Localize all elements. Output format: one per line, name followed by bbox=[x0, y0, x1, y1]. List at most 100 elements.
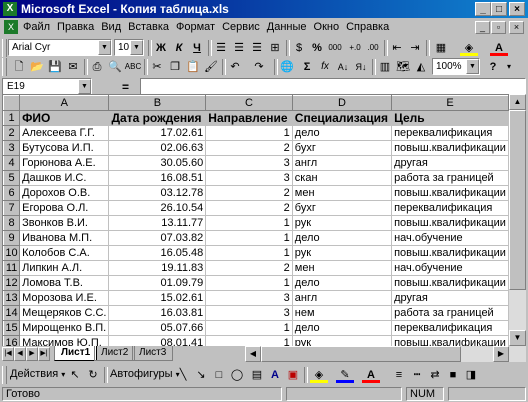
table-cell[interactable]: 07.03.82 bbox=[108, 230, 207, 246]
select-objects-icon[interactable]: ↖ bbox=[66, 367, 84, 383]
map-icon[interactable]: 🗺 bbox=[394, 59, 412, 75]
increase-indent-icon[interactable]: ⇥ bbox=[406, 40, 424, 56]
row-header[interactable]: 6 bbox=[3, 185, 21, 201]
table-cell[interactable]: 1 bbox=[205, 275, 293, 291]
chart-wizard-icon[interactable]: ▥ bbox=[376, 59, 394, 75]
header-cell[interactable]: ФИО bbox=[19, 110, 110, 126]
table-cell[interactable]: рук bbox=[291, 245, 393, 261]
sort-descending-icon[interactable]: Я↓ bbox=[352, 59, 370, 75]
scroll-down-icon[interactable]: ▼ bbox=[509, 330, 526, 346]
line-icon[interactable]: ╲ bbox=[174, 367, 192, 383]
increase-decimal-icon[interactable]: +.0 bbox=[346, 40, 364, 56]
actions-menu[interactable]: Действия ▾ bbox=[10, 368, 65, 380]
chevron-down-icon[interactable]: ▼ bbox=[98, 40, 111, 55]
table-cell[interactable]: повыш.квалификации bbox=[391, 185, 509, 201]
shadow-icon[interactable]: ■ bbox=[444, 367, 462, 383]
table-cell[interactable]: другая bbox=[391, 155, 509, 171]
scroll-left-icon[interactable]: ◀ bbox=[245, 346, 261, 362]
row-header[interactable]: 4 bbox=[3, 155, 21, 171]
row-header[interactable]: 7 bbox=[3, 200, 21, 216]
table-cell[interactable]: 2 bbox=[205, 200, 293, 216]
align-right-icon[interactable]: ☰ bbox=[248, 40, 266, 56]
comma-style-button[interactable]: 000 bbox=[326, 40, 344, 56]
table-cell[interactable]: Горюнова А.Е. bbox=[19, 155, 110, 171]
table-cell[interactable]: Звонков В.И. bbox=[19, 215, 110, 231]
header-cell[interactable]: Цель bbox=[391, 110, 509, 126]
toolbar-grip[interactable] bbox=[2, 58, 7, 76]
workbook-minimize-button[interactable]: _ bbox=[475, 21, 490, 34]
row-header[interactable]: 9 bbox=[3, 230, 21, 246]
formula-input[interactable] bbox=[140, 78, 526, 95]
table-cell[interactable]: 1 bbox=[205, 245, 293, 261]
table-cell[interactable]: 2 bbox=[205, 140, 293, 156]
menu-insert[interactable]: Вставка bbox=[128, 21, 169, 33]
table-cell[interactable]: дело bbox=[291, 230, 393, 246]
table-cell[interactable]: переквалификация bbox=[391, 200, 509, 216]
table-cell[interactable]: дело bbox=[291, 320, 393, 336]
row-header[interactable]: 11 bbox=[3, 260, 21, 276]
table-cell[interactable]: другая bbox=[391, 290, 509, 306]
print-preview-icon[interactable]: 🔍 bbox=[106, 59, 124, 75]
table-cell[interactable]: переквалификация bbox=[391, 125, 509, 141]
percent-button[interactable]: % bbox=[308, 40, 326, 56]
table-cell[interactable]: 30.05.60 bbox=[108, 155, 207, 171]
function-button[interactable]: fx bbox=[316, 59, 334, 75]
table-cell[interactable]: повыш.квалификации bbox=[391, 275, 509, 291]
table-cell[interactable]: 15.02.61 bbox=[108, 290, 207, 306]
table-cell[interactable]: 3 bbox=[205, 170, 293, 186]
table-cell[interactable]: Алексеева Г.Г. bbox=[19, 125, 110, 141]
decrease-decimal-icon[interactable]: .00 bbox=[364, 40, 382, 56]
excel-icon[interactable]: X bbox=[3, 2, 17, 16]
zoom-select[interactable]: 100% ▼ bbox=[432, 58, 480, 75]
table-cell[interactable]: Бутусова И.П. bbox=[19, 140, 110, 156]
print-icon[interactable]: ⎙ bbox=[88, 59, 106, 75]
row-header[interactable]: 1 bbox=[3, 110, 21, 126]
merge-center-icon[interactable]: ⊞ bbox=[266, 40, 284, 56]
font-color-icon[interactable]: A bbox=[362, 367, 380, 383]
row-header[interactable]: 14 bbox=[3, 305, 21, 321]
scroll-thumb[interactable] bbox=[509, 110, 526, 290]
prev-sheet-icon[interactable]: ◀ bbox=[14, 347, 26, 361]
row-header[interactable]: 5 bbox=[3, 170, 21, 186]
minimize-button[interactable]: _ bbox=[475, 2, 491, 16]
line-color-icon[interactable]: ✎ bbox=[336, 367, 354, 383]
table-cell[interactable]: 05.07.66 bbox=[108, 320, 207, 336]
toolbar-grip[interactable] bbox=[2, 39, 7, 57]
decrease-indent-icon[interactable]: ⇤ bbox=[388, 40, 406, 56]
undo-icon[interactable]: ↶ bbox=[226, 59, 244, 75]
row-header[interactable]: 3 bbox=[3, 140, 21, 156]
table-cell[interactable]: мен bbox=[291, 185, 393, 201]
table-cell[interactable]: повыш.квалификации bbox=[391, 245, 509, 261]
format-painter-icon[interactable]: 🖌 bbox=[202, 59, 220, 75]
table-cell[interactable]: 02.06.63 bbox=[108, 140, 207, 156]
line-style-icon[interactable]: ≡ bbox=[390, 367, 408, 383]
free-rotate-icon[interactable]: ↻ bbox=[84, 367, 102, 383]
table-cell[interactable]: 01.09.79 bbox=[108, 275, 207, 291]
table-cell[interactable]: работа за границей bbox=[391, 305, 509, 321]
table-cell[interactable]: Иванова М.П. bbox=[19, 230, 110, 246]
table-cell[interactable]: бухг bbox=[291, 140, 393, 156]
menu-view[interactable]: Вид bbox=[101, 21, 121, 33]
menu-window[interactable]: Окно bbox=[314, 21, 340, 33]
scroll-right-icon[interactable]: ▶ bbox=[493, 346, 509, 362]
table-cell[interactable]: Морозова И.Е. bbox=[19, 290, 110, 306]
close-button[interactable]: × bbox=[509, 2, 525, 16]
italic-button[interactable]: К bbox=[170, 40, 188, 56]
table-cell[interactable]: 1 bbox=[205, 230, 293, 246]
oval-icon[interactable]: ◯ bbox=[228, 367, 246, 383]
table-cell[interactable]: 2 bbox=[205, 185, 293, 201]
table-cell[interactable]: Мирощенко В.П. bbox=[19, 320, 110, 336]
menu-tools[interactable]: Сервис bbox=[222, 21, 260, 33]
table-cell[interactable]: англ bbox=[291, 155, 393, 171]
table-cell[interactable]: повыш.квалификации bbox=[391, 140, 509, 156]
name-box[interactable]: E19 ▼ bbox=[2, 78, 92, 95]
table-cell[interactable]: Дорохов О.В. bbox=[19, 185, 110, 201]
row-header[interactable]: 12 bbox=[3, 275, 21, 291]
toolbar-grip[interactable] bbox=[2, 366, 7, 384]
dash-style-icon[interactable]: ┅ bbox=[408, 367, 426, 383]
table-cell[interactable]: нач.обучение bbox=[391, 230, 509, 246]
arrow-style-icon[interactable]: ⇄ bbox=[426, 367, 444, 383]
row-header[interactable]: 2 bbox=[3, 125, 21, 141]
formula-equals-button[interactable]: = bbox=[122, 80, 129, 94]
copy-icon[interactable]: ❐ bbox=[166, 59, 184, 75]
